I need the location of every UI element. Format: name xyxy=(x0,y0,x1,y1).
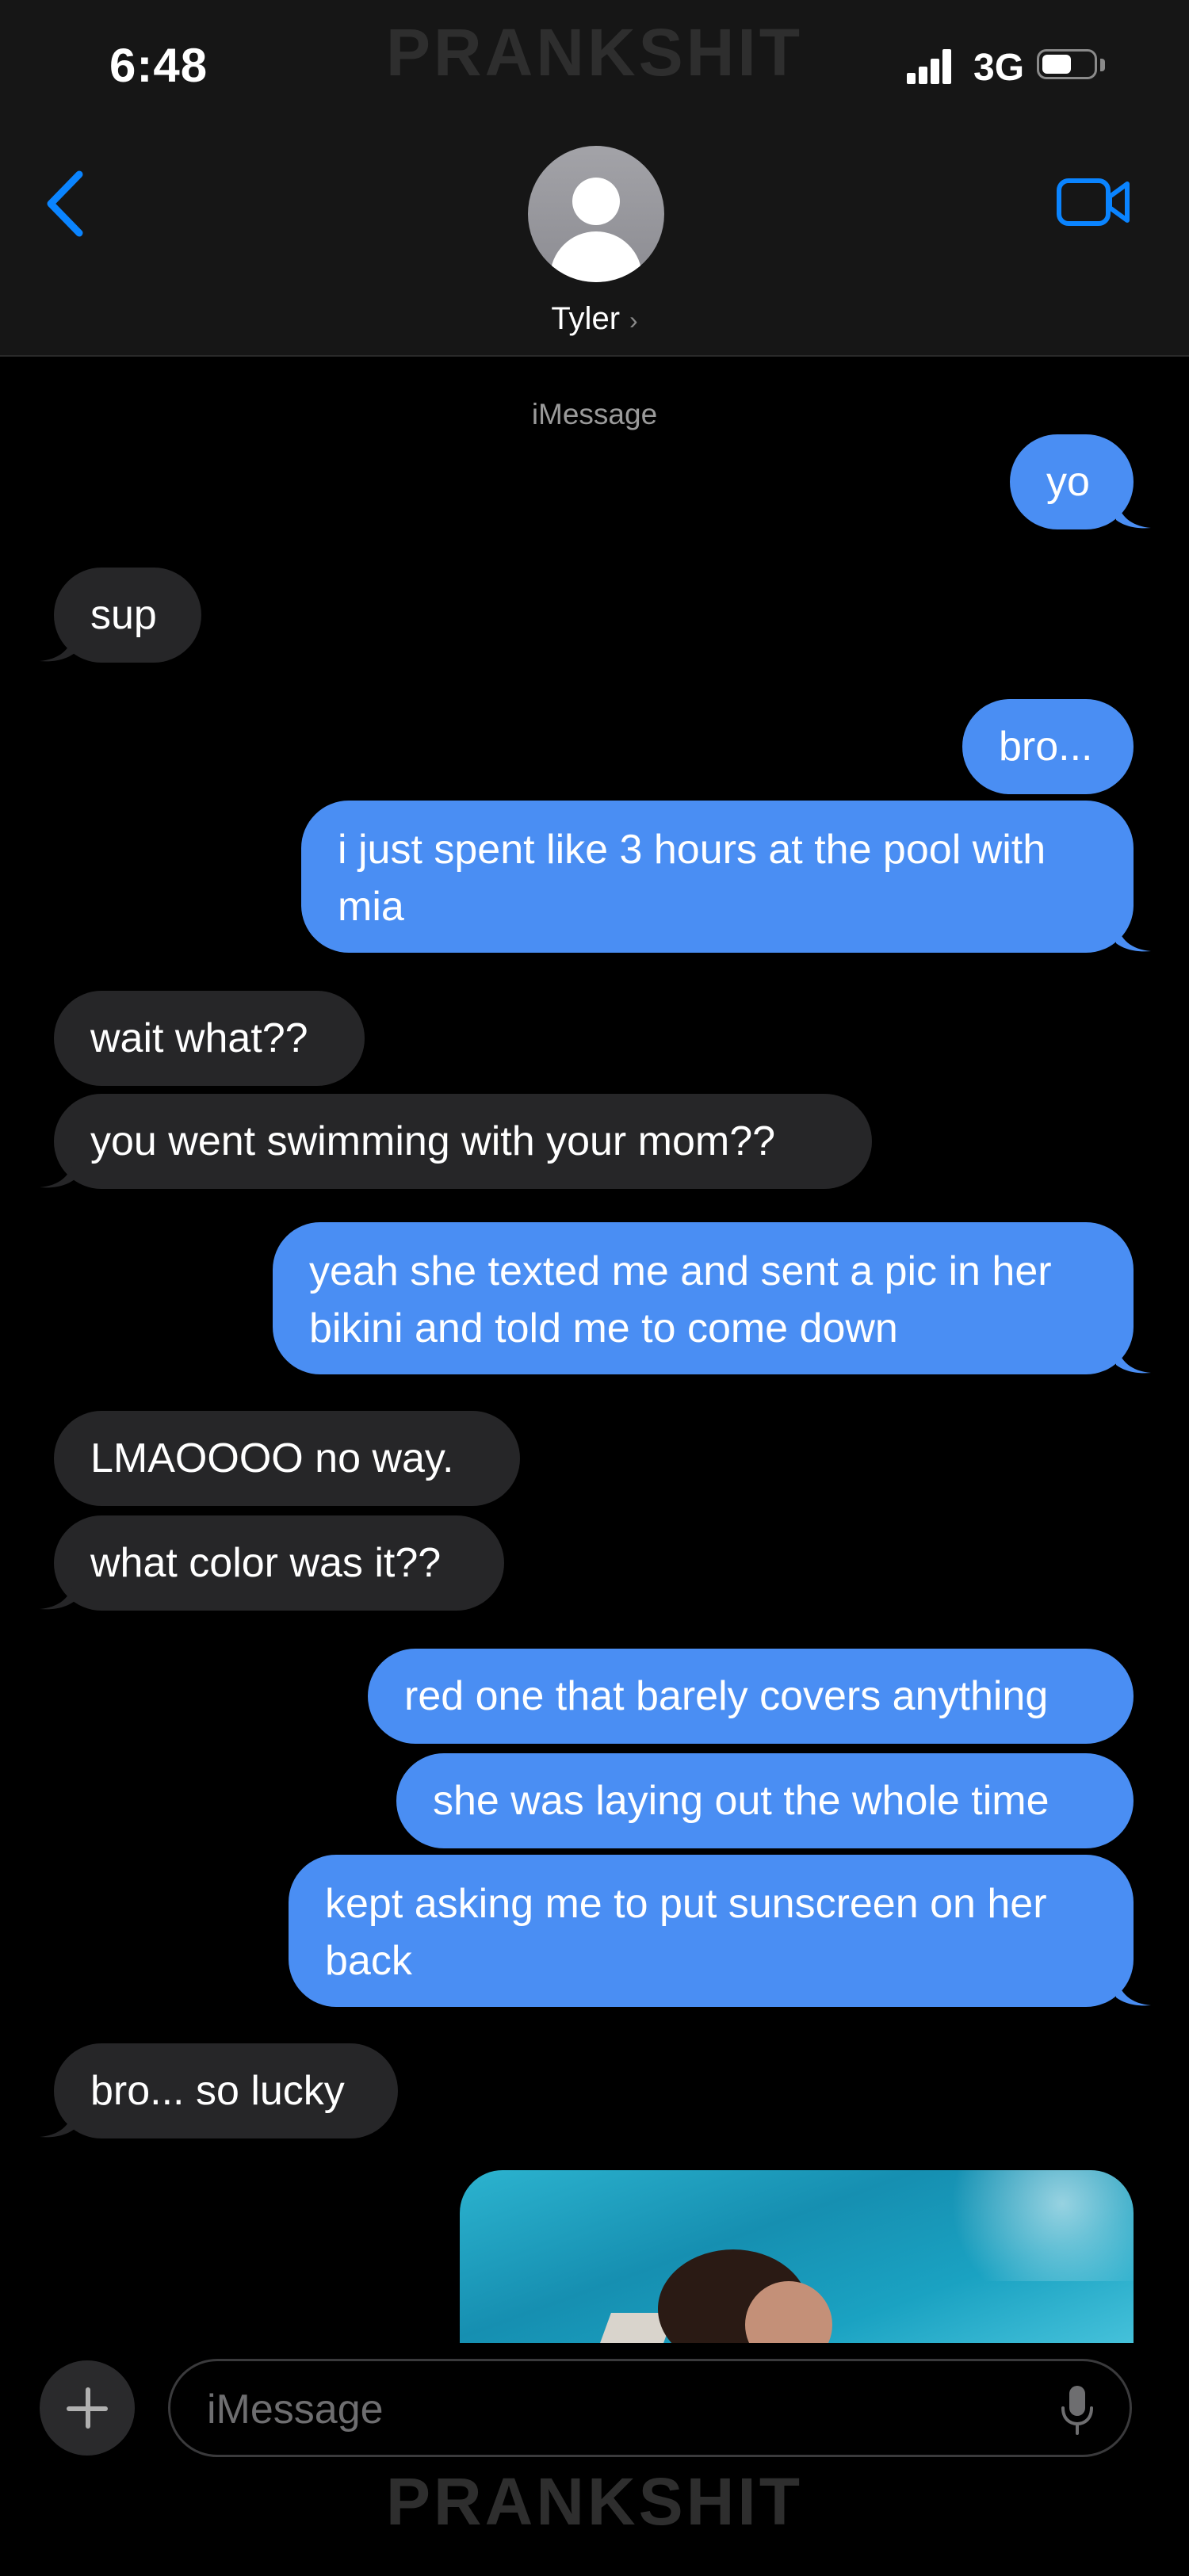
signal-strength-icon xyxy=(907,48,953,84)
bubble-tail xyxy=(1116,1343,1151,1374)
message-bubble-incoming[interactable]: what color was it?? xyxy=(54,1515,504,1611)
message-bubble-outgoing[interactable]: she was laying out the whole time xyxy=(396,1753,1134,1848)
message-input[interactable] xyxy=(205,2377,1001,2442)
service-label: iMessage xyxy=(531,398,658,430)
conversation-header: PRANKSHIT 6:48 3G Tyler › xyxy=(0,0,1189,357)
add-attachment-button[interactable] xyxy=(40,2360,135,2456)
photo-attachment[interactable] xyxy=(460,2170,1134,2343)
person-silhouette-icon xyxy=(572,178,620,225)
bubble-tail xyxy=(40,1157,75,1188)
message-bubble-outgoing[interactable]: yeah she texted me and sent a pic in her… xyxy=(273,1222,1134,1374)
message-bubble-incoming[interactable]: sup xyxy=(54,568,201,663)
chevron-left-icon xyxy=(47,170,83,237)
message-bubble-outgoing[interactable]: bro... xyxy=(962,699,1134,794)
bubble-tail xyxy=(1116,921,1151,952)
network-type: 3G xyxy=(973,47,1025,89)
message-bubble-incoming[interactable]: LMAOOOO no way. xyxy=(54,1411,520,1506)
back-button[interactable] xyxy=(43,168,90,239)
video-call-button[interactable] xyxy=(1056,176,1132,228)
status-time: 6:48 xyxy=(109,39,208,92)
contact-name: Tyler xyxy=(551,301,621,336)
bubble-tail xyxy=(1116,498,1151,529)
message-bubble-outgoing[interactable]: kept asking me to put sunscreen on her b… xyxy=(289,1855,1134,2007)
contact-name-button[interactable]: Tyler › xyxy=(0,301,1189,337)
battery-tip xyxy=(1100,59,1105,71)
microphone-icon[interactable] xyxy=(1061,2384,1094,2435)
bubble-tail xyxy=(40,1579,75,1610)
chevron-right-icon: › xyxy=(629,306,638,334)
watermark-bottom: PRANKSHIT xyxy=(385,2464,803,2539)
message-bubble-outgoing[interactable]: i just spent like 3 hours at the pool wi… xyxy=(301,801,1134,953)
bubble-tail xyxy=(40,631,75,662)
bubble-tail xyxy=(40,2107,75,2138)
bubble-tail xyxy=(1116,1975,1151,2006)
message-input-container[interactable] xyxy=(168,2359,1132,2457)
video-camera-icon xyxy=(1057,178,1130,226)
message-bubble-incoming[interactable]: you went swimming with your mom?? xyxy=(54,1094,872,1189)
message-bubble-incoming[interactable]: wait what?? xyxy=(54,991,365,1086)
battery-icon xyxy=(1037,49,1097,79)
message-bubble-outgoing[interactable]: red one that barely covers anything xyxy=(368,1649,1134,1744)
message-bubble-incoming[interactable]: bro... so lucky xyxy=(54,2043,398,2138)
message-bubble-outgoing[interactable]: yo xyxy=(1010,434,1134,529)
contact-avatar[interactable] xyxy=(528,146,664,282)
